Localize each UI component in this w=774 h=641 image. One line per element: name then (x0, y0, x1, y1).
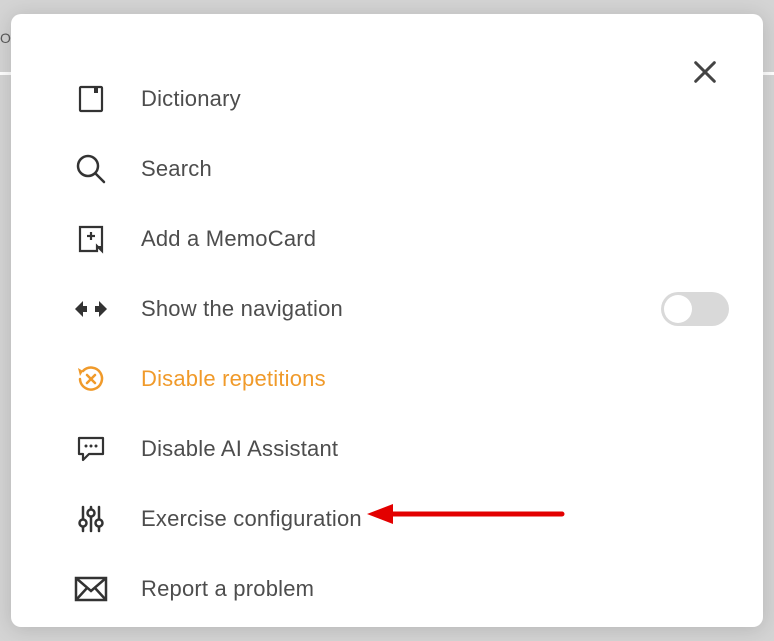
toggle-knob (664, 295, 692, 323)
settings-modal: Dictionary Search Add a MemoCard (11, 14, 763, 627)
menu-label: Exercise configuration (141, 506, 362, 532)
menu-item-add-memocard[interactable]: Add a MemoCard (73, 204, 733, 274)
menu-label: Add a MemoCard (141, 226, 316, 252)
add-card-icon (73, 221, 109, 257)
mail-icon (73, 571, 109, 607)
chat-icon (73, 431, 109, 467)
menu-label: Show the navigation (141, 296, 343, 322)
navigation-toggle[interactable] (661, 292, 729, 326)
dictionary-icon (73, 81, 109, 117)
menu-label: Dictionary (141, 86, 241, 112)
menu-item-show-navigation[interactable]: Show the navigation (73, 274, 733, 344)
menu-item-disable-repetitions[interactable]: Disable repetitions (73, 344, 733, 414)
menu-item-dictionary[interactable]: Dictionary (73, 64, 733, 134)
menu-item-disable-ai[interactable]: Disable AI Assistant (73, 414, 733, 484)
menu-item-search[interactable]: Search (73, 134, 733, 204)
menu-label: Report a problem (141, 576, 314, 602)
menu-label: Disable repetitions (141, 366, 326, 392)
search-icon (73, 151, 109, 187)
menu-label: Search (141, 156, 212, 182)
menu-item-exercise-config[interactable]: Exercise configuration (73, 484, 733, 554)
sliders-icon (73, 501, 109, 537)
menu-label: Disable AI Assistant (141, 436, 338, 462)
disable-repetitions-icon (73, 361, 109, 397)
menu-item-report-problem[interactable]: Report a problem (73, 554, 733, 624)
menu: Dictionary Search Add a MemoCard (73, 64, 733, 624)
nav-arrows-icon (73, 291, 109, 327)
